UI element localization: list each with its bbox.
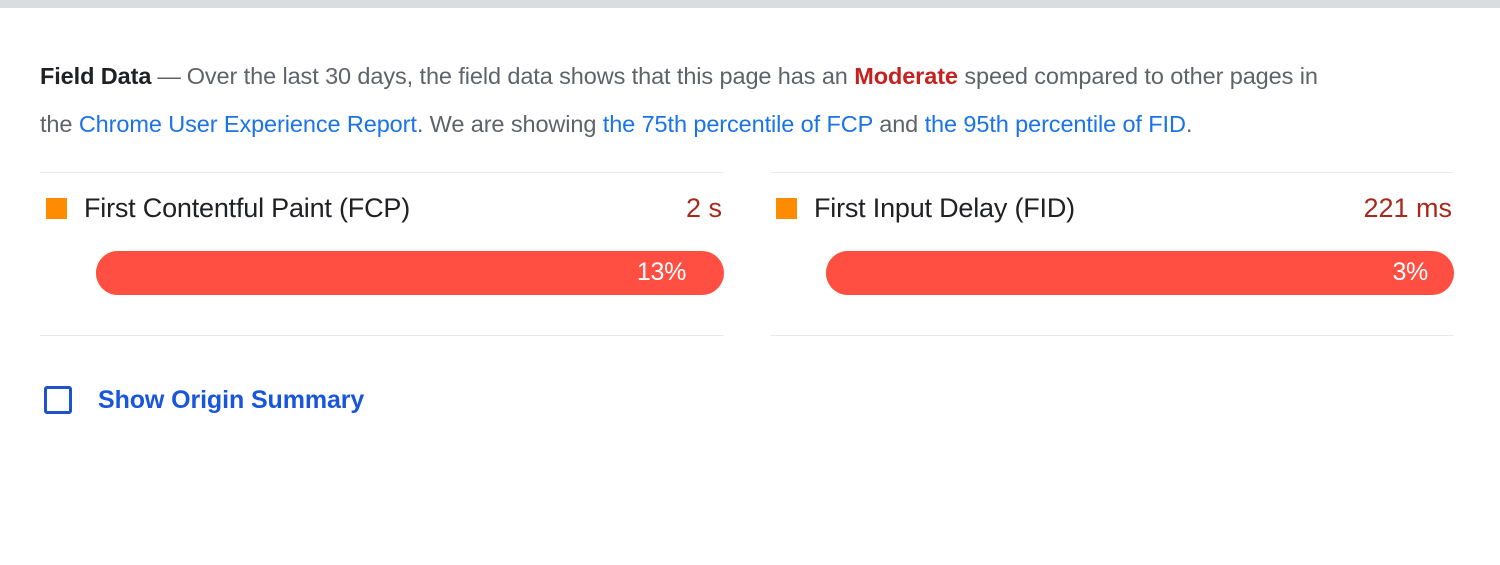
metric-header-fid: First Input Delay (FID) 221 ms bbox=[770, 173, 1454, 237]
top-divider-strip bbox=[0, 0, 1500, 8]
bar-label-slow: 3% bbox=[1392, 258, 1428, 286]
rating-square-icon bbox=[46, 198, 67, 219]
distribution-bar-fid: 3% 9% 88% bbox=[826, 250, 1454, 295]
metric-value-fcp: 2 s bbox=[685, 193, 722, 223]
metric-header-fcp: First Contentful Paint (FCP) 2 s bbox=[40, 173, 724, 237]
link-chrome-ux-report[interactable]: Chrome User Experience Report bbox=[79, 111, 417, 137]
metrics-row: First Contentful Paint (FCP) 2 s 13% 45%… bbox=[40, 171, 1460, 336]
intro-period: . bbox=[1185, 111, 1193, 137]
metric-card-fcp: First Contentful Paint (FCP) 2 s 13% 45%… bbox=[40, 171, 724, 336]
metric-card-fid: First Input Delay (FID) 221 ms 3% 9% 88% bbox=[770, 171, 1454, 336]
link-95th-percentile-fid[interactable]: the 95th percentile of FID bbox=[925, 111, 1186, 137]
speed-rating-text: Moderate bbox=[854, 63, 958, 89]
panel-content: Field Data — Over the last 30 days, the fi… bbox=[40, 8, 1460, 415]
field-data-panel: Field Data — Over the last 30 days, the fi… bbox=[0, 0, 1500, 565]
intro-conjunction: and bbox=[879, 111, 919, 137]
intro-text-3: . We are showing bbox=[416, 111, 597, 137]
bar-segment-slow: 3% bbox=[826, 250, 1454, 295]
metric-name-fcp: First Contentful Paint (FCP) bbox=[84, 193, 410, 223]
show-origin-summary-label: Show Origin Summary bbox=[98, 385, 365, 414]
rating-square-icon bbox=[776, 198, 797, 219]
bar-segment-slow: 13% bbox=[96, 250, 724, 295]
title-dash: — bbox=[157, 63, 181, 89]
metric-value-fid: 221 ms bbox=[1363, 193, 1452, 223]
distribution-bar-fcp: 13% 45% 42% bbox=[96, 250, 724, 295]
checkbox-icon[interactable] bbox=[44, 386, 72, 414]
bar-label-slow: 13% bbox=[636, 258, 686, 286]
metric-name-fid: First Input Delay (FID) bbox=[814, 193, 1075, 223]
show-origin-summary-toggle[interactable]: Show Origin Summary bbox=[44, 386, 404, 415]
field-data-description: Field Data — Over the last 30 days, the fi… bbox=[40, 52, 1330, 148]
link-75th-percentile-fcp[interactable]: the 75th percentile of FCP bbox=[603, 111, 873, 137]
page-title: Field Data bbox=[40, 63, 152, 89]
intro-text-1: Over the last 30 days, the field data sh… bbox=[186, 63, 848, 89]
